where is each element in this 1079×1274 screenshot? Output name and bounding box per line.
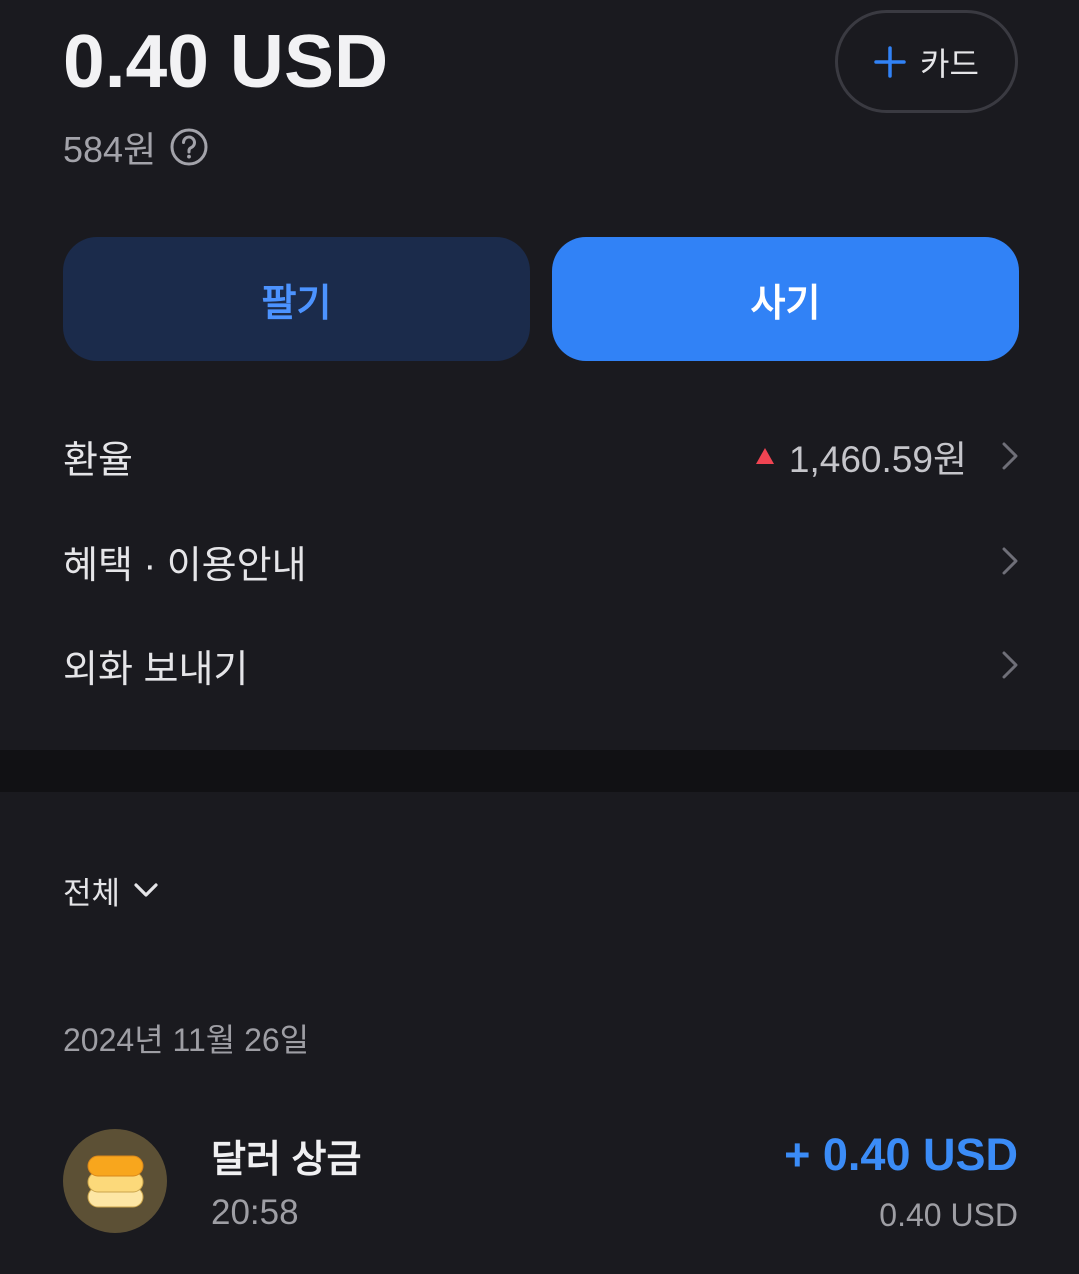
exchange-rate-value-group: 1,460.59원: [755, 429, 1019, 483]
section-divider: [0, 750, 1079, 792]
menu-row-exchange-rate[interactable]: 환율 1,460.59원: [63, 404, 1019, 508]
chevron-right-icon: [1002, 442, 1018, 470]
transaction-title: 달러 상금: [211, 1138, 362, 1181]
plus-icon: [874, 45, 906, 78]
menu-label: 외화 보내기: [63, 648, 249, 691]
add-card-label: 카드: [920, 45, 979, 82]
balance-amount: 0.40 USD: [63, 19, 389, 103]
add-card-button[interactable]: 카드: [835, 10, 1018, 113]
triangle-up-icon: [755, 448, 774, 464]
krw-equivalent-row: 584원: [63, 126, 208, 170]
menu-right: [1001, 650, 1019, 680]
menu-label: 환율: [63, 439, 133, 482]
chevron-right-icon: [1002, 651, 1018, 679]
sell-button[interactable]: 팔기: [63, 237, 530, 361]
transaction-time: 20:58: [211, 1193, 299, 1232]
chevron-down-icon: [134, 883, 158, 897]
menu-row-benefits-guide[interactable]: 혜택 · 이용안내: [63, 509, 1019, 613]
krw-equivalent: 584원: [63, 129, 157, 170]
history-filter-dropdown[interactable]: 전체: [63, 866, 158, 914]
exchange-rate-value: 1,460.59원: [788, 439, 967, 480]
filter-label: 전체: [63, 875, 121, 911]
transaction-balance-after: 0.40 USD: [879, 1196, 1018, 1233]
menu-label: 혜택 · 이용안내: [63, 544, 307, 587]
chevron-right-icon: [1002, 547, 1018, 575]
menu-right: [1001, 546, 1019, 576]
menu-row-send-foreign-currency[interactable]: 외화 보내기: [63, 613, 1019, 717]
history-date-header: 2024년 11월 26일: [63, 1022, 310, 1058]
coin-stack-icon: [63, 1129, 167, 1233]
buy-button[interactable]: 사기: [552, 237, 1019, 361]
transaction-amount: + 0.40 USD: [784, 1129, 1018, 1180]
question-circle-icon[interactable]: [170, 128, 208, 166]
transaction-row[interactable]: 달러 상금 20:58 + 0.40 USD 0.40 USD: [0, 1120, 1079, 1244]
